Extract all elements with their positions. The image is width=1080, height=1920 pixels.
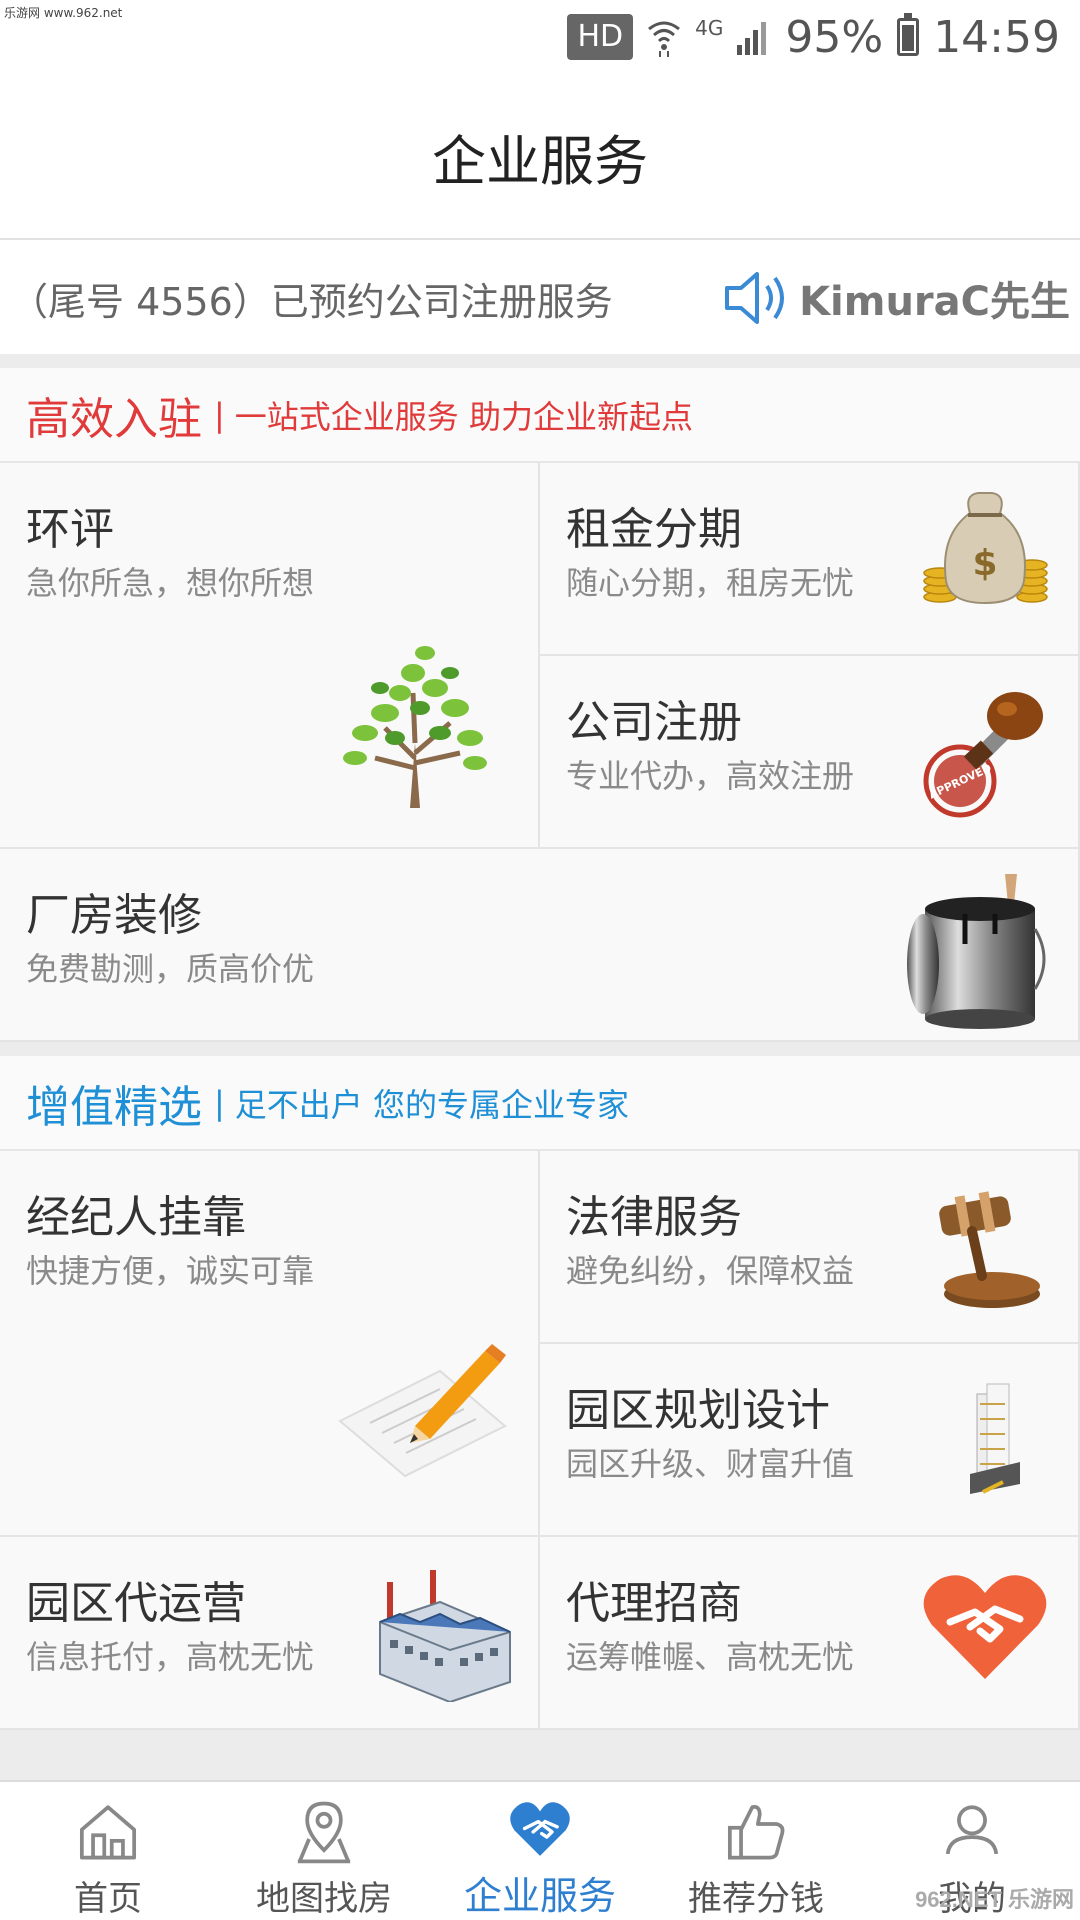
card-subtitle: 快捷方便，诚实可靠 xyxy=(26,1252,315,1290)
hd-badge: HD xyxy=(567,14,634,60)
approved-stamp-icon: APPROVED xyxy=(923,692,1043,818)
card-title: 租金分期 xyxy=(566,504,742,555)
card-title: 公司注册 xyxy=(566,697,742,748)
nav-label: 地图找房 xyxy=(256,1879,392,1919)
factory-icon xyxy=(379,1570,511,1702)
section-subtitle: 一站式企业服务 助力企业新起点 xyxy=(234,397,693,436)
section-title: 高效入驻 xyxy=(26,393,202,445)
section-header-value-added: 增值精选 | 足不出户 您的专属企业专家 xyxy=(0,1056,1080,1151)
notice-bar[interactable]: （尾号 4556）已预约公司注册服务 KimuraC先生 xyxy=(0,242,1080,354)
card-subtitle: 随心分期，租房无忧 xyxy=(566,564,855,602)
watermark-top: 乐游网 www.962.net xyxy=(4,6,123,20)
svg-text:$: $ xyxy=(972,543,997,584)
card-factory-renovation[interactable]: 厂房装修 免费勘测，质高价优 xyxy=(0,849,1080,1042)
app-header: 企业服务 xyxy=(0,75,1080,240)
card-environmental-assessment[interactable]: 环评 急你所急，想你所想 xyxy=(0,463,540,849)
card-subtitle: 急你所急，想你所想 xyxy=(26,564,315,602)
nav-referral[interactable]: 推荐分钱 xyxy=(648,1782,864,1920)
battery-percent: 95% xyxy=(785,11,884,63)
pencil-paper-icon xyxy=(338,1344,507,1478)
card-company-registration[interactable]: 公司注册 专业代办，高效注册 APPROVED xyxy=(540,656,1080,849)
paint-bucket-icon xyxy=(907,874,1046,1029)
card-investment-agency[interactable]: 代理招商 运筹帷幄、高枕无忧 xyxy=(540,1537,1080,1730)
section-divider xyxy=(0,1042,1080,1056)
nav-label: 推荐分钱 xyxy=(688,1879,824,1919)
network-type: 4G xyxy=(695,16,724,40)
section-separator: | xyxy=(214,1083,225,1122)
clock: 14:59 xyxy=(933,11,1060,63)
card-title: 环评 xyxy=(26,504,114,555)
battery-icon xyxy=(897,13,920,56)
gavel-icon xyxy=(939,1191,1040,1308)
signal-icon xyxy=(737,22,767,55)
nav-label: 首页 xyxy=(74,1879,142,1919)
card-title: 厂房装修 xyxy=(26,890,202,941)
status-icons: HD 4G 95% 14:59 xyxy=(567,11,1060,63)
notice-text: （尾号 4556）已预约公司注册服务 xyxy=(10,279,613,324)
nav-map[interactable]: 地图找房 xyxy=(216,1782,432,1920)
card-subtitle: 免费勘测，质高价优 xyxy=(26,950,315,988)
card-subtitle: 专业代办，高效注册 xyxy=(566,757,855,795)
card-subtitle: 园区升级、财富升值 xyxy=(566,1445,855,1483)
user-icon xyxy=(945,1805,999,1855)
thumbs-up-icon xyxy=(727,1805,785,1860)
card-agent-affiliation[interactable]: 经纪人挂靠 快捷方便，诚实可靠 xyxy=(0,1151,540,1537)
card-legal-services[interactable]: 法律服务 避免纠纷，保障权益 xyxy=(540,1151,1080,1344)
section-separator: | xyxy=(214,395,225,434)
nav-label: 企业服务 xyxy=(463,1874,616,1918)
card-rent-installment[interactable]: 租金分期 随心分期，租房无忧 $ xyxy=(540,463,1080,656)
watermark-bottom: 962.NET 乐游网 xyxy=(915,1887,1074,1912)
wifi-icon xyxy=(648,21,681,57)
card-subtitle: 信息托付，高枕无忧 xyxy=(26,1638,315,1676)
buildings-icon xyxy=(970,1383,1020,1494)
page-title: 企业服务 xyxy=(432,130,648,193)
card-subtitle: 运筹帷幄、高枕无忧 xyxy=(566,1638,855,1676)
content-bottom-padding xyxy=(0,1730,1080,1780)
card-title: 园区代运营 xyxy=(26,1578,246,1629)
home-icon xyxy=(79,1805,137,1860)
card-park-planning[interactable]: 园区规划设计 园区升级、财富升值 xyxy=(540,1344,1080,1537)
battery-fill xyxy=(902,24,915,51)
card-title: 法律服务 xyxy=(566,1192,742,1243)
section-title: 增值精选 xyxy=(26,1081,202,1133)
card-subtitle: 避免纠纷，保障权益 xyxy=(566,1252,855,1290)
handshake-icon xyxy=(510,1802,570,1856)
section-subtitle: 足不出户 您的专属企业专家 xyxy=(234,1085,629,1124)
nav-enterprise-services[interactable]: 企业服务 xyxy=(432,1782,648,1920)
speaker-icon xyxy=(725,272,785,324)
card-title: 代理招商 xyxy=(566,1578,742,1629)
status-bar: 乐游网 www.962.net HD 4G 95% 14:59 xyxy=(0,0,1080,75)
nav-home[interactable]: 首页 xyxy=(0,1782,216,1920)
notice-user: KimuraC先生 xyxy=(799,279,1070,325)
section-divider xyxy=(0,354,1080,368)
card-title: 园区规划设计 xyxy=(566,1385,830,1436)
card-park-operation[interactable]: 园区代运营 信息托付，高枕无忧 xyxy=(0,1537,540,1730)
money-bag-icon: $ xyxy=(923,492,1048,605)
card-title: 经纪人挂靠 xyxy=(26,1192,246,1243)
tree-icon xyxy=(343,646,487,808)
section-header-efficient: 高效入驻 | 一站式企业服务 助力企业新起点 xyxy=(0,368,1080,463)
heart-handshake-icon xyxy=(923,1575,1047,1679)
map-pin-icon xyxy=(297,1801,351,1864)
bottom-nav: 首页 地图找房 企业服务 推荐分钱 我的 962.NET 乐游网 xyxy=(0,1780,1080,1920)
